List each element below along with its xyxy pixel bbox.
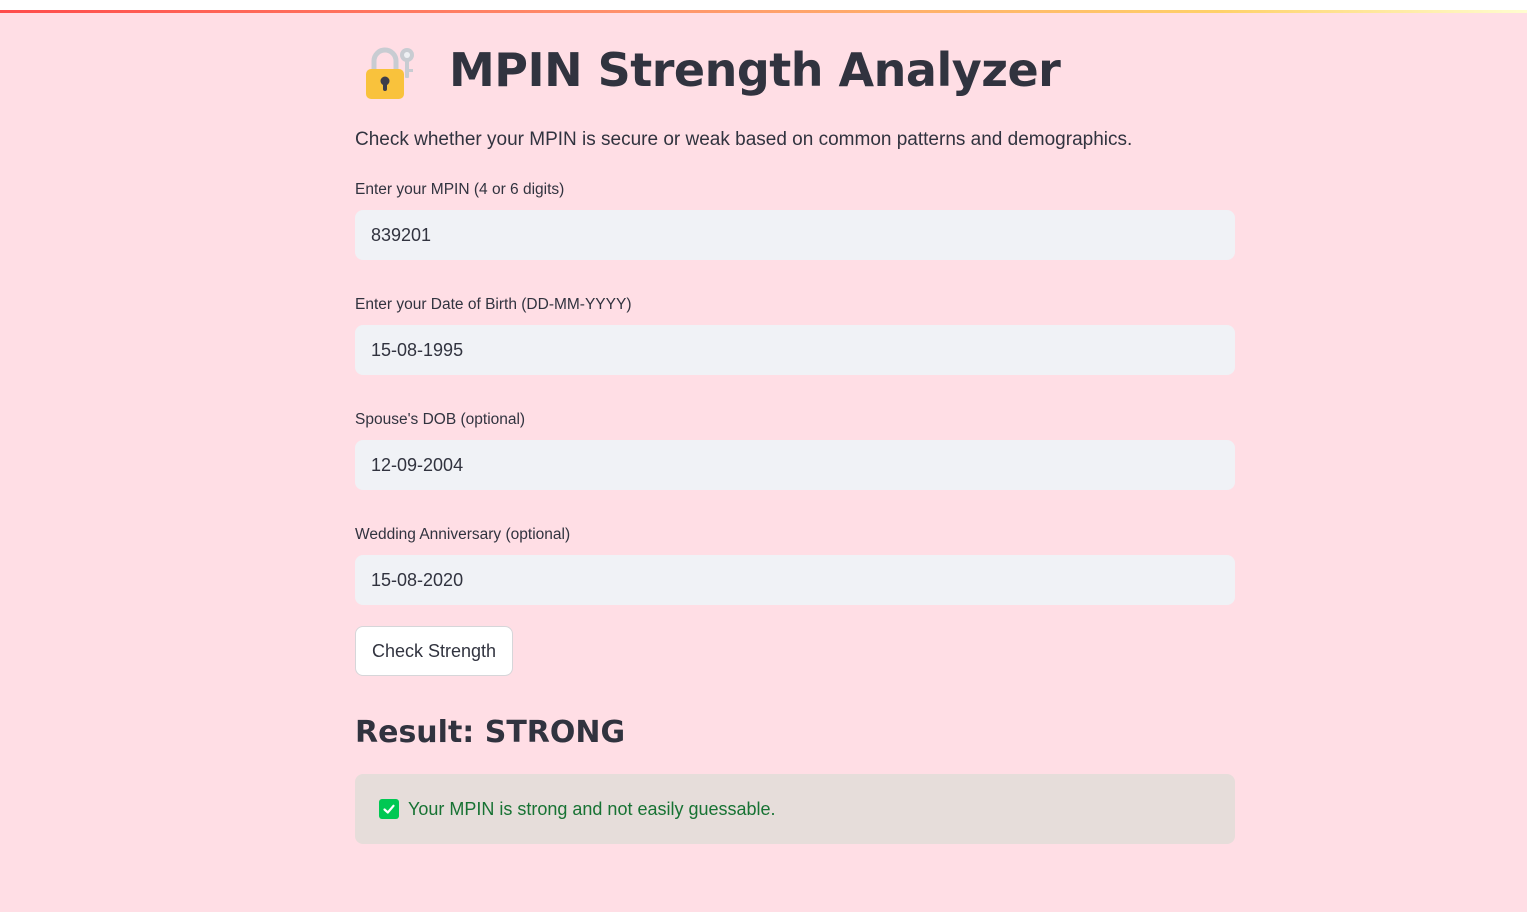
spouse-dob-field: Spouse's DOB (optional) [355,410,1235,490]
lock-with-key-icon [366,47,414,99]
button-wrap: Check Strength [355,626,1235,676]
result-heading: Result: STRONG [355,715,626,750]
dob-field: Enter your Date of Birth (DD-MM-YYYY) [355,295,1235,375]
dob-label: Enter your Date of Birth (DD-MM-YYYY) [355,296,632,313]
success-message: Your MPIN is strong and not easily guess… [408,798,776,819]
success-alert: Your MPIN is strong and not easily guess… [355,774,1235,844]
mpin-label: Enter your MPIN (4 or 6 digits) [355,181,565,198]
spouse-dob-input[interactable] [355,440,1235,490]
check-mark-icon [379,799,399,819]
dob-input[interactable] [355,325,1235,375]
anniversary-label: Wedding Anniversary (optional) [355,526,571,543]
check-strength-button[interactable]: Check Strength [355,626,514,676]
main-container: MPIN Strength Analyzer Check whether you… [355,30,1235,844]
anniversary-field: Wedding Anniversary (optional) [355,525,1235,605]
spouse-dob-label: Spouse's DOB (optional) [355,411,526,428]
title-row: MPIN Strength Analyzer [355,30,1235,110]
page-subtitle: Check whether your MPIN is secure or wea… [355,129,1133,150]
app-header-bar [0,0,1527,13]
anniversary-input[interactable] [355,555,1235,605]
mpin-field: Enter your MPIN (4 or 6 digits) [355,180,1235,260]
page-title: MPIN Strength Analyzer [449,43,1061,97]
mpin-input[interactable] [355,210,1235,260]
header-decoration-stripe [0,10,1527,13]
